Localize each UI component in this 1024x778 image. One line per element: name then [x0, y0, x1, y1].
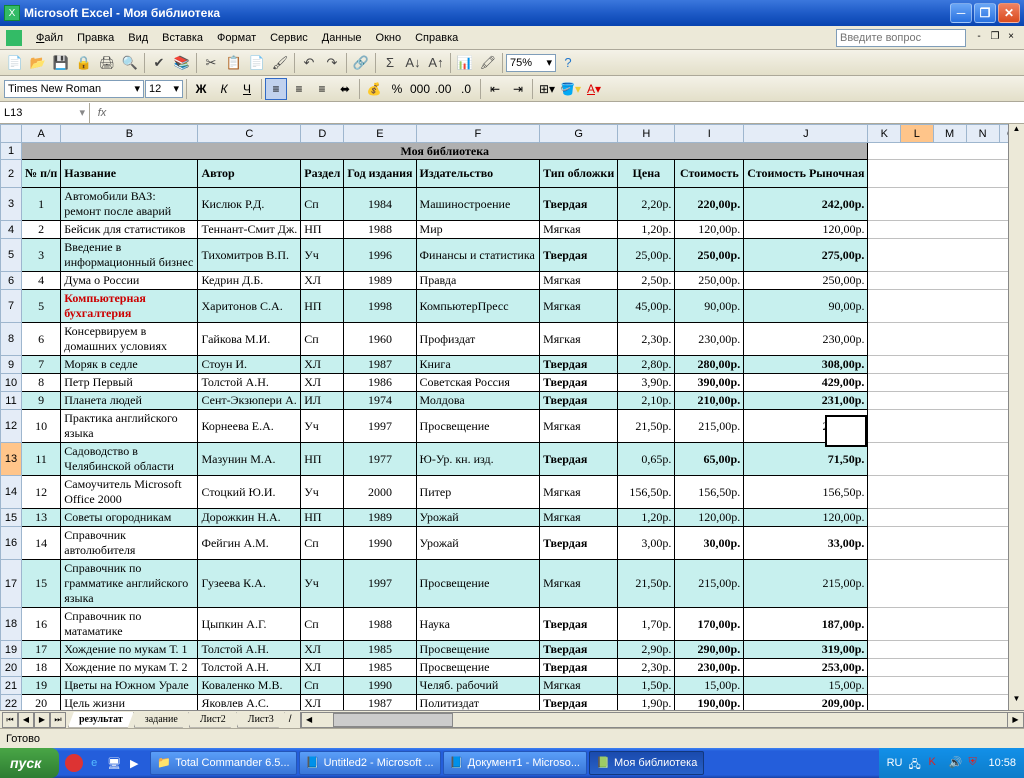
menu-format[interactable]: Формат [211, 29, 262, 47]
tab-next-button[interactable]: ▶ [34, 712, 50, 728]
status-text: Готово [6, 733, 40, 745]
taskbar: пуск e 🖥 ▶ 📁Total Commander 6.5...📘Untit… [0, 748, 1024, 778]
menu-view[interactable]: Вид [122, 29, 154, 47]
fontsize-combo[interactable]: 12▾ [145, 80, 183, 98]
chart-button[interactable]: 📊 [454, 52, 476, 74]
vertical-scrollbar[interactable]: ▲ ▼ [1008, 124, 1024, 710]
sheet-tab[interactable]: результат [68, 712, 134, 728]
quicklaunch-media-icon[interactable]: ▶ [125, 754, 143, 772]
cut-button[interactable]: ✂ [200, 52, 222, 74]
clock[interactable]: 10:58 [988, 757, 1016, 769]
sheet-tab[interactable]: Лист3 [237, 712, 285, 728]
system-tray: RU 🖧 K 🔊 ⛨ 10:58 [879, 748, 1024, 778]
worksheet[interactable]: ABCDEFGHIJKLMNO1Моя библиотека2№ п/пНазв… [0, 124, 1024, 710]
new-button[interactable]: 📄 [4, 52, 26, 74]
align-center-button[interactable]: ≡ [288, 78, 310, 100]
percent-button[interactable]: % [386, 78, 408, 100]
formatting-toolbar: Times New Roman▾ 12▾ Ж К Ч ≡ ≡ ≡ ⬌ 💰 % 0… [0, 76, 1024, 102]
sheet-tab[interactable]: Лист2 [189, 712, 237, 728]
tab-last-button[interactable]: ⏭ [50, 712, 66, 728]
undo-button[interactable]: ↶ [298, 52, 320, 74]
doc-minimize-button[interactable]: - [972, 31, 986, 45]
hyperlink-button[interactable]: 🔗 [350, 52, 372, 74]
menu-help[interactable]: Справка [409, 29, 464, 47]
taskbar-task[interactable]: 📗Моя библиотека [589, 751, 704, 775]
sort-asc-button[interactable]: A↓ [402, 52, 424, 74]
standard-toolbar: 📄 📂 💾 🔒 🖨 🔍 ✔ 📚 ✂ 📋 📄 🖌 ↶ ↷ 🔗 Σ A↓ A↑ 📊 … [0, 50, 1024, 76]
sheet-tabs-bar: ⏮ ◀ ▶ ⏭ результатзаданиеЛист2Лист3 / ◀▶ [0, 710, 1024, 728]
fill-color-button[interactable]: 🪣▾ [559, 78, 582, 100]
bold-button[interactable]: Ж [190, 78, 212, 100]
zoom-combo[interactable]: 75%▾ [506, 54, 556, 72]
redo-button[interactable]: ↷ [321, 52, 343, 74]
italic-button[interactable]: К [213, 78, 235, 100]
quicklaunch-desktop-icon[interactable]: 🖥 [105, 754, 123, 772]
align-right-button[interactable]: ≡ [311, 78, 333, 100]
spelling-button[interactable]: ✔ [148, 52, 170, 74]
menu-insert[interactable]: Вставка [156, 29, 209, 47]
formula-bar: L13▾ fx [0, 102, 1024, 124]
format-painter-button[interactable]: 🖌 [269, 52, 291, 74]
font-color-button[interactable]: A▾ [583, 78, 605, 100]
lang-indicator[interactable]: RU [887, 757, 903, 769]
increase-indent-button[interactable]: ⇥ [507, 78, 529, 100]
excel-icon: X [4, 5, 20, 21]
window-title: Microsoft Excel - Моя библиотека [24, 6, 950, 20]
open-button[interactable]: 📂 [27, 52, 49, 74]
horizontal-scrollbar[interactable]: ◀▶ [300, 712, 1024, 728]
taskbar-task[interactable]: 📘Документ1 - Microso... [443, 751, 587, 775]
research-button[interactable]: 📚 [171, 52, 193, 74]
font-combo[interactable]: Times New Roman▾ [4, 80, 144, 98]
align-left-button[interactable]: ≡ [265, 78, 287, 100]
currency-button[interactable]: 💰 [363, 78, 385, 100]
app-logo-icon [6, 30, 22, 46]
paste-button[interactable]: 📄 [246, 52, 268, 74]
doc-restore-button[interactable]: ❐ [988, 31, 1002, 45]
preview-button[interactable]: 🔍 [119, 52, 141, 74]
permission-button[interactable]: 🔒 [73, 52, 95, 74]
menu-file[interactable]: ФФайлайл [30, 29, 69, 47]
menu-data[interactable]: Данные [316, 29, 368, 47]
increase-decimal-button[interactable]: .00 [432, 78, 454, 100]
decrease-decimal-button[interactable]: .0 [455, 78, 477, 100]
merge-button[interactable]: ⬌ [334, 78, 356, 100]
question-input[interactable] [836, 29, 966, 47]
borders-button[interactable]: ⊞▾ [536, 78, 558, 100]
menu-window[interactable]: Окно [370, 29, 408, 47]
doc-close-button[interactable]: × [1004, 31, 1018, 45]
sheet-tab[interactable]: задание [134, 712, 189, 728]
close-button[interactable]: ✕ [998, 3, 1020, 23]
taskbar-task[interactable]: 📘Untitled2 - Microsoft ... [299, 751, 441, 775]
start-button[interactable]: пуск [0, 748, 59, 778]
fx-icon[interactable]: fx [90, 107, 114, 119]
titlebar: X Microsoft Excel - Моя библиотека ─ ❐ ✕ [0, 0, 1024, 26]
taskbar-task[interactable]: 📁Total Commander 6.5... [150, 751, 296, 775]
decrease-indent-button[interactable]: ⇤ [484, 78, 506, 100]
menubar: ФФайлайл Правка Вид Вставка Формат Серви… [0, 26, 1024, 50]
save-button[interactable]: 💾 [50, 52, 72, 74]
underline-button[interactable]: Ч [236, 78, 258, 100]
sort-desc-button[interactable]: A↑ [425, 52, 447, 74]
name-box[interactable]: L13▾ [0, 103, 90, 123]
tab-first-button[interactable]: ⏮ [2, 712, 18, 728]
help-button[interactable]: ? [557, 52, 579, 74]
status-bar: Готово [0, 728, 1024, 748]
autosum-button[interactable]: Σ [379, 52, 401, 74]
tab-prev-button[interactable]: ◀ [18, 712, 34, 728]
copy-button[interactable]: 📋 [223, 52, 245, 74]
quicklaunch-opera-icon[interactable] [65, 754, 83, 772]
maximize-button[interactable]: ❐ [974, 3, 996, 23]
drawing-button[interactable]: 🖍 [477, 52, 499, 74]
comma-button[interactable]: 000 [409, 78, 431, 100]
minimize-button[interactable]: ─ [950, 3, 972, 23]
menu-edit[interactable]: Правка [71, 29, 120, 47]
print-button[interactable]: 🖨 [96, 52, 118, 74]
menu-tools[interactable]: Сервис [264, 29, 314, 47]
quicklaunch-ie-icon[interactable]: e [85, 754, 103, 772]
